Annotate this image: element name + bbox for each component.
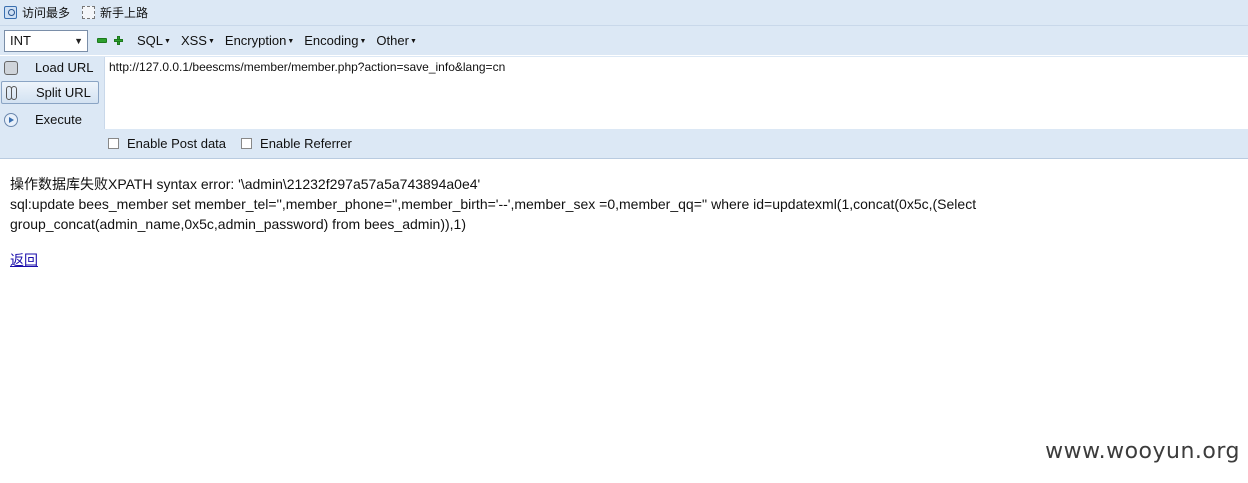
dropdown-arrow-icon: ▼ (164, 38, 171, 45)
enable-referrer-option[interactable]: Enable Referrer (241, 136, 352, 151)
option-label: Enable Post data (127, 136, 227, 151)
visited-icon (4, 6, 17, 19)
enable-post-data-option[interactable]: Enable Post data (108, 136, 226, 151)
menu-label: XSS (180, 33, 207, 48)
dropdown-arrow-icon: ▼ (207, 38, 215, 45)
bookmark-label: 访问最多 (22, 6, 71, 20)
load-url-button[interactable]: Load URL (1, 56, 99, 79)
dropdown-arrow-icon: ▼ (359, 38, 367, 45)
url-panel: Load URL Split URL Execute http://127.0.… (0, 56, 1248, 159)
option-label: Enable Referrer (260, 136, 352, 151)
bookmark-label: 新手上路 (100, 6, 149, 20)
minus-icon[interactable] (97, 38, 107, 43)
menu-label: Other (376, 33, 409, 48)
page-content: 操作数据库失败XPATH syntax error: '\admin\21232… (10, 174, 1230, 270)
dropdown-arrow-icon: ▼ (409, 38, 417, 45)
menu-xss[interactable]: XSS ▼ (181, 33, 215, 48)
menu-label: SQL (137, 33, 164, 48)
watermark: www.wooyun.org (1045, 439, 1240, 464)
load-url-icon (4, 60, 18, 75)
options-row: Enable Post data Enable Referrer (108, 136, 367, 151)
bookmark-most-visited[interactable]: 访问最多 (4, 4, 70, 21)
url-textarea[interactable]: http://127.0.0.1/beescms/member/member.p… (104, 57, 1248, 129)
menu-label: Encryption (224, 33, 287, 48)
menu-encoding[interactable]: Encoding ▼ (304, 33, 366, 48)
button-label: Execute (35, 112, 82, 127)
referrer-checkbox[interactable] (241, 138, 253, 149)
button-label: Split URL (36, 85, 91, 100)
menu-other[interactable]: Other ▼ (376, 33, 416, 48)
execute-icon (4, 112, 18, 127)
split-url-button[interactable]: Split URL (1, 81, 99, 104)
type-select-value: INT (10, 33, 31, 48)
menu-label: Encoding (304, 33, 359, 48)
error-message: 操作数据库失败XPATH syntax error: '\admin\21232… (10, 176, 481, 192)
bookmarks-bar: 访问最多 新手上路 (0, 0, 1248, 26)
increment-controls (97, 36, 123, 45)
bookmark-getting-started[interactable]: 新手上路 (82, 4, 148, 21)
execute-button[interactable]: Execute (1, 108, 99, 131)
chevron-down-icon: ▼ (74, 35, 83, 46)
hackbar-toolbar: INT ▼ SQL ▼ XSS ▼ Encryption ▼ Encoding ▼ Ot… (0, 26, 1248, 55)
sql-statement: sql:update bees_member set member_tel=''… (10, 196, 977, 232)
split-url-icon (5, 85, 19, 100)
newbie-icon (82, 6, 96, 19)
dropdown-arrow-icon: ▼ (287, 38, 295, 45)
post-data-checkbox[interactable] (108, 138, 119, 149)
button-label: Load URL (35, 60, 94, 75)
type-select[interactable]: INT ▼ (4, 29, 88, 52)
back-link[interactable]: 返回 (10, 250, 38, 270)
menu-sql[interactable]: SQL ▼ (137, 33, 171, 48)
plus-icon[interactable] (114, 36, 123, 45)
menu-encryption[interactable]: Encryption ▼ (225, 33, 294, 48)
